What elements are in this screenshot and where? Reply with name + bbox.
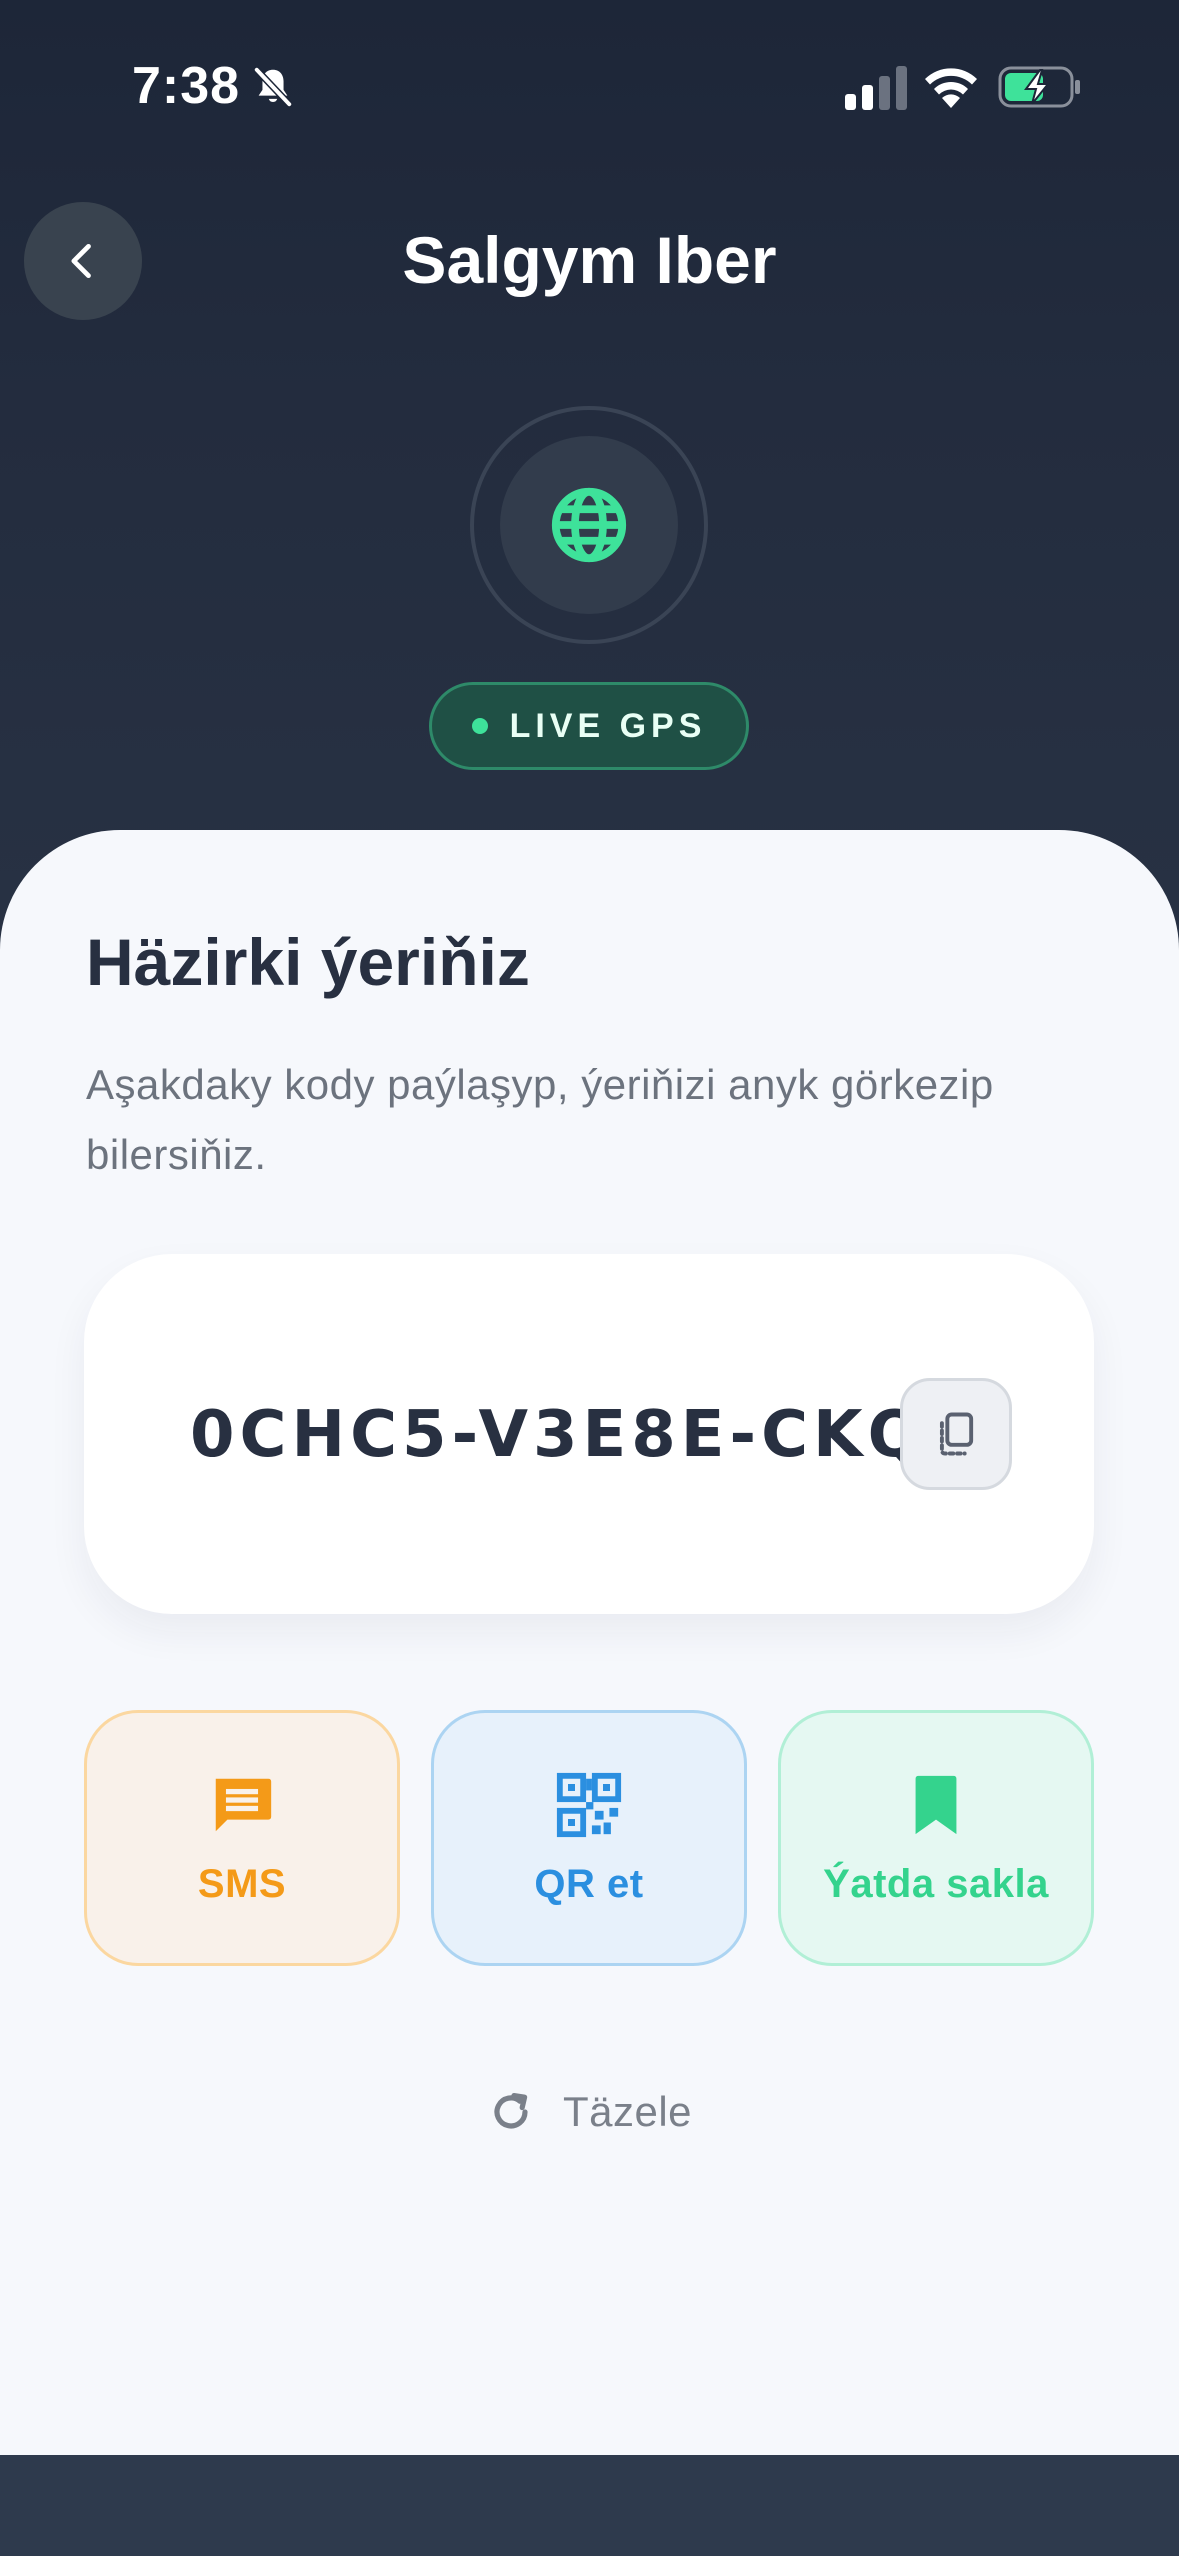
location-share-screen: 7:38 Salgym Iber LIVE GPS Häzirki ýeriňi… (0, 0, 1179, 2556)
wifi-icon (925, 68, 977, 108)
qr-button[interactable]: QR et (431, 1710, 747, 1966)
globe-avatar (500, 436, 678, 614)
qr-code-icon (556, 1772, 622, 1837)
live-gps-label: LIVE GPS (509, 706, 707, 745)
page-title: Salgym Iber (402, 223, 777, 297)
sms-label: SMS (197, 1861, 287, 1906)
live-gps-badge: LIVE GPS (429, 682, 749, 770)
status-bar: 7:38 (0, 0, 1179, 170)
battery-charging-icon (998, 66, 1080, 108)
copy-code-button[interactable] (900, 1378, 1012, 1490)
qr-label: QR et (534, 1861, 644, 1906)
location-code: 0CHC5-V3E8E-CKQ (190, 1398, 928, 1472)
globe-icon (551, 487, 627, 563)
save-button[interactable]: Ýatda sakla (778, 1710, 1094, 1966)
refresh-button[interactable]: Täzele (0, 2080, 1179, 2144)
bell-slash-icon (253, 66, 293, 108)
bottom-bar (0, 2455, 1179, 2556)
refresh-label: Täzele (562, 2088, 693, 2135)
copy-icon (939, 1412, 974, 1456)
live-indicator-dot (471, 718, 488, 734)
message-icon (215, 1778, 272, 1831)
refresh-icon (494, 2093, 528, 2129)
sms-button[interactable]: SMS (84, 1710, 400, 1966)
save-label: Ýatda sakla (823, 1861, 1049, 1906)
section-description: Aşakdaky kody paýlaşyp, ýeriňizi anyk gö… (86, 1061, 994, 1178)
status-time: 7:38 (132, 57, 241, 115)
section-title: Häzirki ýeriňiz (86, 925, 530, 999)
cellular-signal-icon (845, 66, 907, 110)
bookmark-icon (915, 1775, 957, 1834)
